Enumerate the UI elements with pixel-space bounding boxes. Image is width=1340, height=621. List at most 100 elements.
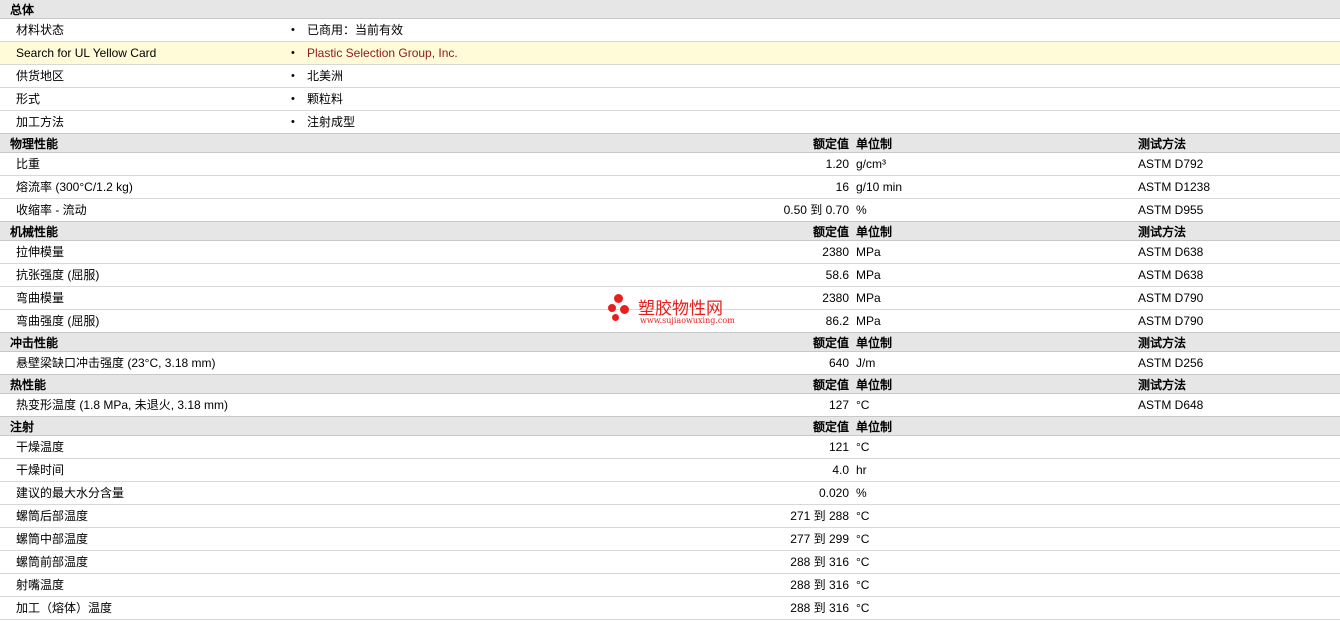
column-header-nominal: 额定值 [812,378,849,392]
table-row: Search for UL Yellow Card • Plastic Select… [0,42,1340,65]
table-row: 供货地区 • 北美洲 [0,65,1340,88]
ul-yellow-card-link[interactable]: Plastic Selection Group, Inc. [307,42,458,65]
nominal-value: 277 到 299 [790,532,849,546]
test-method: ASTM D790 [1138,314,1204,328]
logo-dots-icon [606,294,636,324]
unit-value: °C [856,532,870,546]
table-row: 拉伸模量 2380 MPa ASTM D638 [0,241,1340,264]
section-title: 冲击性能 [10,336,59,350]
table-row: 熔流率 (300°C/1.2 kg) 16 g/10 min ASTM D1238 [0,176,1340,199]
property-label: 拉伸模量 [16,245,65,259]
section-header: 冲击性能 额定值 单位制 测试方法 [0,332,1340,352]
table-row: 比重 1.20 g/cm³ ASTM D792 [0,153,1340,176]
table-row: 干燥温度 121 °C [0,436,1340,459]
nominal-value: 2380 [822,245,849,259]
section-title: 机械性能 [10,225,59,239]
nominal-value: 271 到 288 [790,509,849,523]
table-row: 悬壁梁缺口冲击强度 (23°C, 3.18 mm) 640 J/m ASTM D256 [0,352,1340,375]
nominal-value: 2380 [822,291,849,305]
unit-value: g/10 min [856,180,903,194]
property-label: 比重 [16,157,41,171]
bullet-icon: • [291,93,295,105]
table-row: 建议的最大水分含量 0.020% [0,482,1340,505]
column-header-method: 测试方法 [1138,336,1187,350]
unit-value: °C [856,578,870,592]
unit-value: °C [856,555,870,569]
property-label: 供货地区 [16,69,65,83]
property-value: 已商用：当前有效 [307,23,404,37]
section-header: 机械性能 额定值 单位制 测试方法 [0,221,1340,241]
section-title: 注射 [10,420,35,434]
section-header: 热性能 额定值 单位制 测试方法 [0,374,1340,394]
column-header-nominal: 额定值 [812,225,849,239]
section-header: 物理性能 额定值 单位制 测试方法 [0,133,1340,153]
unit-value: % [856,486,867,500]
column-header-method: 测试方法 [1138,137,1187,151]
table-row: 螺筒中部温度 277 到 299 °C [0,528,1340,551]
unit-value: °C [856,601,870,615]
table-row: 抗张强度 (屈服) 58.6 MPa ASTM D638 [0,264,1340,287]
test-method: ASTM D790 [1138,291,1204,305]
bullet-icon: • [291,116,295,128]
property-label: 热变形温度 (1.8 MPa, 未退火, 3.18 mm) [16,398,229,412]
table-row: 材料状态 • 已商用：当前有效 [0,19,1340,42]
table-row: 加工（熔体）温度 288 到 316 °C [0,597,1340,620]
unit-value: hr [856,463,867,477]
column-header-nominal: 额定值 [812,420,849,434]
property-label: 形式 [16,92,41,106]
table-row: 螺筒后部温度 271 到 288 °C [0,505,1340,528]
table-row: 干燥时间 4.0 hr [0,459,1340,482]
bullet-icon: • [291,70,295,82]
property-label: 材料状态 [16,23,65,37]
nominal-value: 58.6 [825,268,849,282]
property-value: 颗粒料 [307,92,344,106]
column-header-method: 测试方法 [1138,378,1187,392]
property-value: 注射成型 [307,115,356,129]
unit-value: % [856,203,867,217]
property-label: 弯曲模量 [16,291,65,305]
section-header: 注射 额定值 单位制 [0,416,1340,436]
bullet-icon: • [291,24,295,36]
table-row: 射嘴温度 288 到 316 °C [0,574,1340,597]
property-value: 北美洲 [307,69,344,83]
property-label: 建议的最大水分含量 [16,486,125,500]
watermark-logo: 塑胶物性网 www.sujiaowuxing.com [606,294,746,328]
nominal-value: 288 到 316 [790,555,849,569]
property-label: 加工（熔体）温度 [16,601,113,615]
section-title: 物理性能 [10,137,59,151]
column-header-method: 测试方法 [1138,225,1187,239]
unit-value: g/cm³ [856,157,886,171]
test-method: ASTM D648 [1138,398,1204,412]
nominal-value: 121 [828,440,849,454]
property-label: 收缩率 - 流动 [16,203,87,217]
nominal-value: 1.20 [825,157,849,171]
column-header-unit: 单位制 [856,420,893,434]
unit-value: J/m [856,356,876,370]
nominal-value: 127 [828,398,849,412]
table-row: 形式 • 颗粒料 [0,88,1340,111]
property-label: 螺筒前部温度 [16,555,89,569]
column-header-unit: 单位制 [856,137,893,151]
unit-value: MPa [856,291,881,305]
test-method: ASTM D638 [1138,245,1204,259]
nominal-value: 16 [835,180,849,194]
watermark-url: www.sujiaowuxing.com [640,316,735,325]
section-header: 总体 [0,0,1340,19]
property-label: 干燥温度 [16,440,65,454]
nominal-value: 0.020 [818,486,849,500]
column-header-nominal: 额定值 [812,137,849,151]
test-method: ASTM D1238 [1138,180,1211,194]
section-title: 总体 [10,3,35,17]
section-title: 热性能 [10,378,47,392]
unit-value: °C [856,509,870,523]
column-header-unit: 单位制 [856,336,893,350]
unit-value: °C [856,440,870,454]
nominal-value: 640 [828,356,849,370]
table-row: 加工方法 • 注射成型 [0,111,1340,134]
property-label: 射嘴温度 [16,578,65,592]
column-header-unit: 单位制 [856,225,893,239]
unit-value: MPa [856,314,881,328]
table-row: 热变形温度 (1.8 MPa, 未退火, 3.18 mm) 127 °C ASTM D… [0,394,1340,417]
table-row: 收缩率 - 流动 0.50 到 0.70% ASTM D955 [0,199,1340,222]
column-header-unit: 单位制 [856,378,893,392]
